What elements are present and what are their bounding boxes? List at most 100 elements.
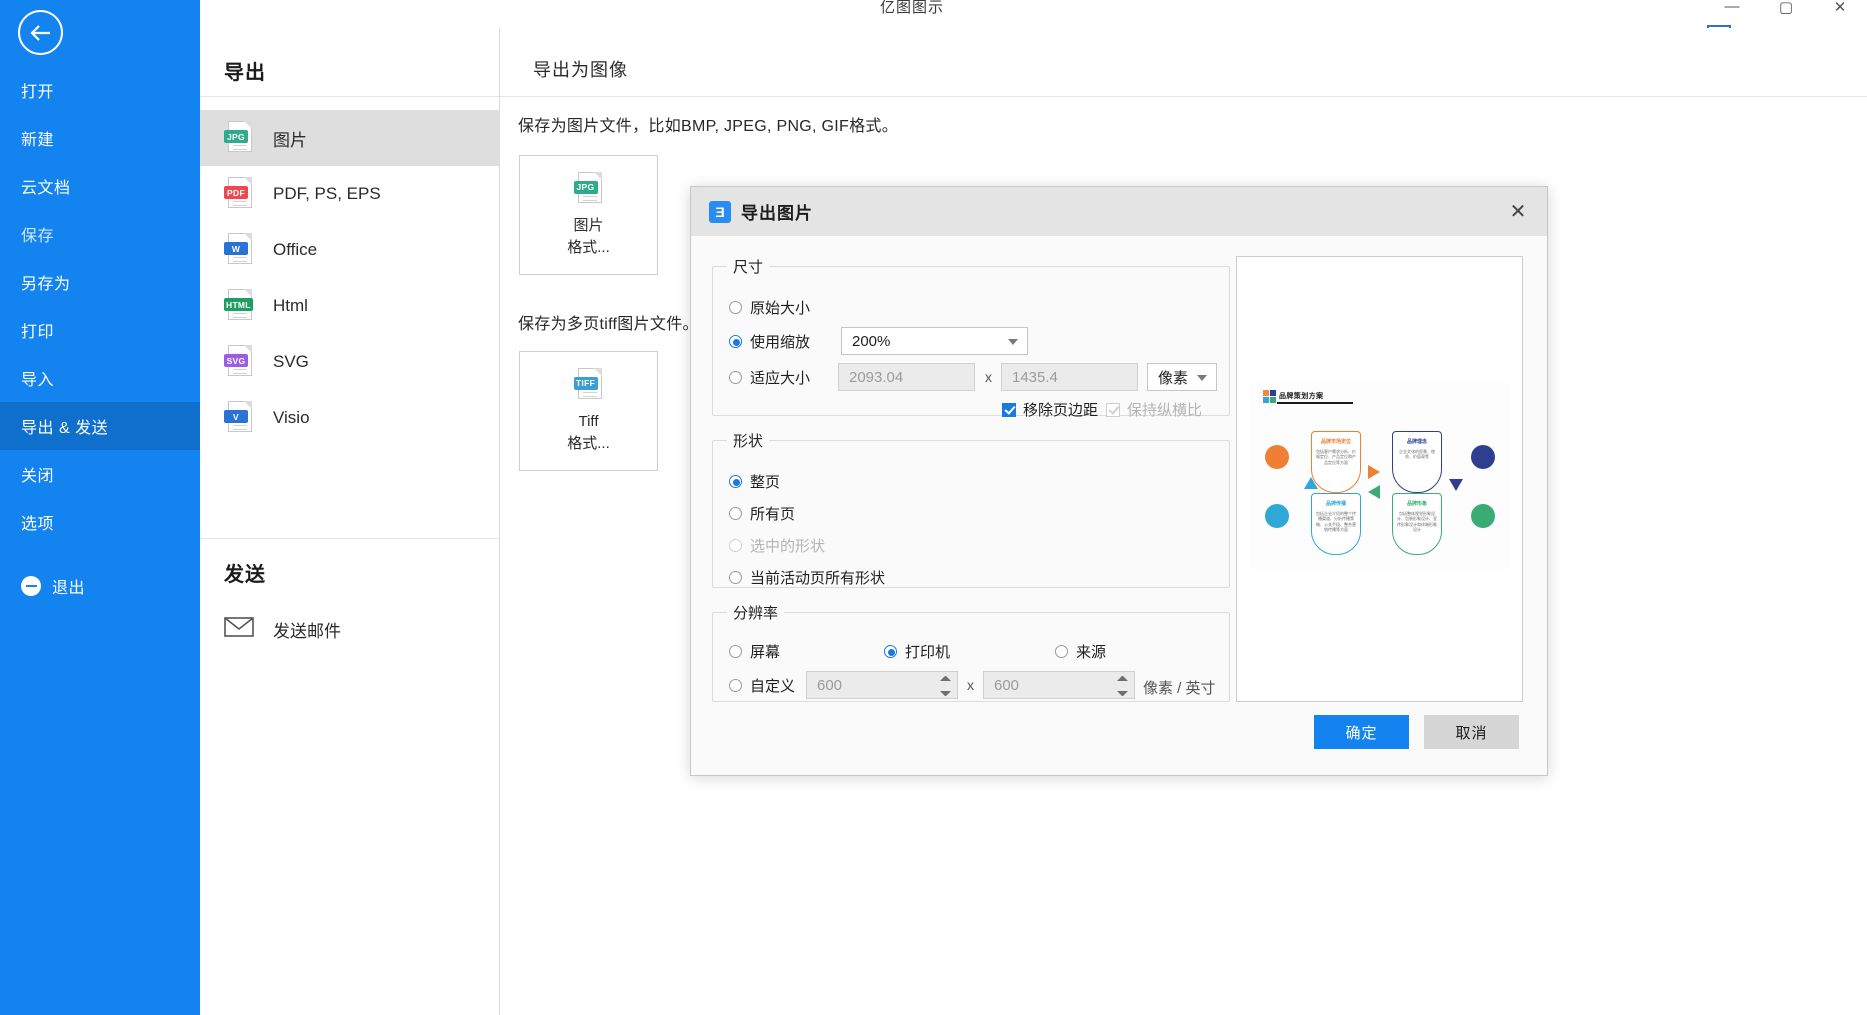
format-item-pdf-ps-eps[interactable]: PDF PDF, PS, EPS: [200, 166, 500, 222]
sidebar-item-close[interactable]: 关闭: [0, 450, 200, 498]
sidebar-item-new[interactable]: 新建: [0, 114, 200, 162]
back-button[interactable]: [18, 10, 63, 55]
radio-active-page-shapes-row[interactable]: 当前活动页所有形状: [729, 567, 885, 588]
sidebar-item-save-as[interactable]: 另存为: [0, 258, 200, 306]
file-tag: SVG: [224, 354, 248, 367]
shape-group: 形状 整页 所有页 选中的形状 当前活动页所有形状: [712, 430, 1230, 588]
custom-dpi-x-stepper[interactable]: [940, 676, 951, 696]
export-image-dialog: Ǝ 导出图片 ✕ 尺寸 原始大小 使用缩放 200% 适应大小 2093.04 …: [690, 186, 1548, 776]
logo-square-orange: [1263, 390, 1269, 396]
file-tag: PDF: [224, 186, 248, 199]
preview-node-brand-philosophy: 品牌理念 企业文化的愿景、使命、价值观等: [1392, 431, 1442, 493]
cancel-button[interactable]: 取消: [1424, 715, 1519, 749]
scale-select-value: 200%: [852, 332, 891, 350]
sidebar-item-import[interactable]: 导入: [0, 354, 200, 402]
format-item-visio[interactable]: V Visio: [200, 390, 500, 446]
tile-image-format[interactable]: JPG 图片 格式...: [519, 155, 658, 275]
send-panel-title: 发送: [224, 564, 266, 586]
close-window-icon[interactable]: ✕: [1831, 0, 1849, 16]
sidebar-item-label: 关闭: [21, 468, 55, 485]
format-label: Html: [273, 296, 308, 315]
tile-label-line1: 图片: [573, 216, 604, 234]
radio-fit-size-label: 适应大小: [750, 370, 811, 387]
sidebar-item-print[interactable]: 打印: [0, 306, 200, 354]
sidebar-item-save[interactable]: 保存: [0, 210, 200, 258]
radio-fit-size-row[interactable]: 适应大小: [729, 367, 810, 388]
unit-select[interactable]: 像素: [1147, 363, 1217, 391]
radio-use-scale[interactable]: [729, 335, 742, 348]
divider: [200, 538, 500, 539]
format-item-office[interactable]: W Office: [200, 222, 500, 278]
window-controls: — ▢ ✕: [1723, 0, 1849, 16]
radio-use-scale-row[interactable]: 使用缩放: [729, 331, 810, 352]
radio-original-size-row[interactable]: 原始大小: [729, 297, 810, 318]
preview-node-brand-image: 品牌形象 包括整体视觉形象设计、包装形象设计、宣传形象设计和终端形象设计: [1392, 493, 1442, 555]
visio-file-icon: V: [224, 401, 254, 435]
preview-node-body: 包括整体视觉形象设计、包装形象设计、宣传形象设计和终端形象设计: [1397, 511, 1437, 533]
sidebar-item-export-send[interactable]: 导出 & 发送: [0, 402, 200, 450]
radio-all-pages[interactable]: [729, 507, 742, 520]
format-item-html[interactable]: HTML Html: [200, 278, 500, 334]
preview-node-heading: 品牌理念: [1406, 439, 1427, 445]
custom-dpi-y-stepper[interactable]: [1117, 676, 1128, 696]
chevron-down-icon: [1197, 375, 1207, 381]
sidebar-item-options[interactable]: 选项: [0, 498, 200, 546]
preview-icon-circle-green: [1471, 504, 1495, 528]
maximize-icon[interactable]: ▢: [1777, 0, 1795, 16]
fit-height-input[interactable]: 1435.4: [1001, 363, 1138, 391]
radio-all-pages-row[interactable]: 所有页: [729, 503, 795, 524]
radio-fit-size[interactable]: [729, 371, 742, 384]
radio-source-row[interactable]: 来源: [1055, 641, 1106, 662]
sidebar-item-label: 导入: [21, 372, 55, 389]
ok-button[interactable]: 确定: [1314, 715, 1409, 749]
send-item-label: 发送邮件: [273, 622, 341, 641]
radio-selected-shapes: [729, 539, 742, 552]
divider: [200, 96, 500, 97]
radio-whole-page-label: 整页: [750, 474, 781, 491]
preview-icon-circle-blue: [1265, 504, 1289, 528]
tile-label-line2: 格式...: [567, 238, 610, 256]
radio-screen[interactable]: [729, 645, 742, 658]
sidebar-item-exit[interactable]: 退出: [0, 562, 200, 610]
app-window: 亿图图示 — ▢ ✕ 爱学习的...: [0, 0, 1867, 1015]
radio-whole-page-row[interactable]: 整页: [729, 471, 780, 492]
preview-node-body: 包括客户需求分析、价格定位、产品定位和产品定位等方面: [1316, 449, 1356, 465]
format-label: 图片: [273, 130, 307, 150]
image-format-description: 保存为图片文件，比如BMP, JPEG, PNG, GIF格式。: [518, 118, 899, 135]
minimize-icon[interactable]: —: [1723, 0, 1741, 16]
fit-width-input[interactable]: 2093.04: [838, 363, 975, 391]
checkbox-remove-margin[interactable]: [1002, 402, 1016, 417]
checkbox-keep-ratio-label: 保持纵横比: [1127, 402, 1203, 419]
sidebar-item-cloud-docs[interactable]: 云文档: [0, 162, 200, 210]
sidebar-item-open[interactable]: 打开: [0, 66, 200, 114]
checkbox-remove-margin-label: 移除页边距: [1023, 402, 1099, 419]
shape-group-legend: 形状: [733, 433, 764, 450]
radio-source[interactable]: [1055, 645, 1068, 658]
radio-whole-page[interactable]: [729, 475, 742, 488]
format-item-svg[interactable]: SVG SVG: [200, 334, 500, 390]
checkbox-keep-ratio: [1106, 402, 1120, 417]
radio-custom-row[interactable]: 自定义: [729, 675, 795, 696]
sidebar-item-label: 保存: [21, 228, 55, 245]
file-tag: HTML: [224, 298, 253, 311]
scale-select[interactable]: 200%: [841, 327, 1028, 355]
radio-custom[interactable]: [729, 679, 742, 692]
unit-select-value: 像素: [1158, 369, 1189, 387]
radio-screen-row[interactable]: 屏幕: [729, 641, 780, 662]
radio-printer-label: 打印机: [905, 644, 951, 661]
preview-icon-circle-orange: [1265, 445, 1289, 469]
radio-printer-row[interactable]: 打印机: [884, 641, 950, 662]
checkbox-remove-margin-row[interactable]: 移除页边距: [1002, 399, 1098, 420]
sidebar-item-label: 打印: [21, 324, 55, 341]
format-item-image[interactable]: JPG 图片: [200, 110, 500, 166]
preview-node-body: 企业文化的愿景、使命、价值观等: [1399, 449, 1435, 460]
radio-printer[interactable]: [884, 645, 897, 658]
custom-dpi-y-input[interactable]: 600: [983, 671, 1135, 699]
radio-original-size[interactable]: [729, 301, 742, 314]
close-icon[interactable]: ✕: [1505, 199, 1531, 225]
radio-active-page-shapes[interactable]: [729, 571, 742, 584]
tile-tiff-format[interactable]: TIFF Tiff 格式...: [519, 351, 658, 471]
custom-dpi-x-input[interactable]: 600: [806, 671, 958, 699]
radio-screen-label: 屏幕: [750, 644, 781, 661]
send-item-email[interactable]: 发送邮件: [224, 616, 341, 643]
